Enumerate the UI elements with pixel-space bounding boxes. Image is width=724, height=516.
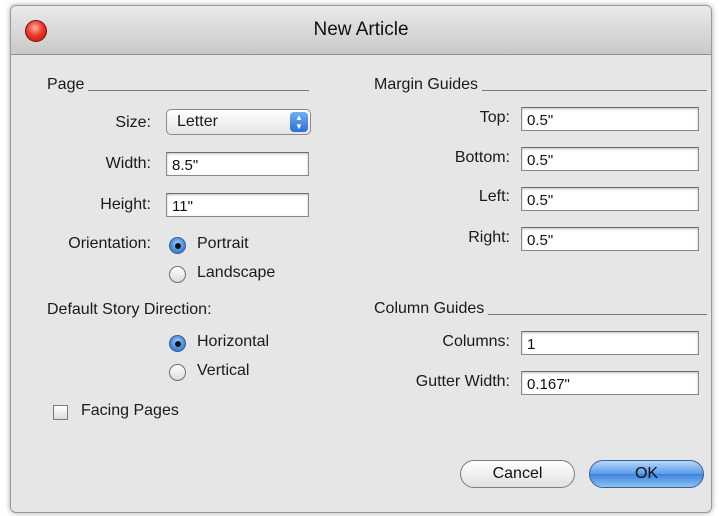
portrait-radio[interactable] <box>169 237 186 254</box>
right-label: Right: <box>468 229 510 246</box>
height-field[interactable] <box>166 193 309 217</box>
top-margin-field[interactable] <box>521 107 699 131</box>
bottom-label: Bottom: <box>454 149 510 166</box>
size-label: Size: <box>115 114 151 131</box>
page-section-heading: Page <box>47 76 309 94</box>
divider <box>488 313 707 315</box>
margin-guides-label: Margin Guides <box>374 76 479 93</box>
columns-label: Columns: <box>442 333 510 350</box>
cancel-button[interactable]: Cancel <box>460 460 575 488</box>
ok-button[interactable]: OK <box>589 460 704 488</box>
story-direction-heading: Default Story Direction: <box>47 301 212 318</box>
columns-field[interactable] <box>521 331 699 355</box>
new-article-dialog: New Article Page Size: Letter ▲ ▼ Width: … <box>10 5 712 513</box>
title-bar: New Article <box>11 6 711 55</box>
height-label: Height: <box>100 196 151 213</box>
left-label: Left: <box>478 188 510 205</box>
landscape-label: Landscape <box>197 264 276 281</box>
page-heading-label: Page <box>47 76 85 93</box>
dialog-title: New Article <box>313 19 409 40</box>
gutter-width-label: Gutter Width: <box>415 373 510 390</box>
bottom-margin-field[interactable] <box>521 147 699 171</box>
divider <box>88 89 309 91</box>
vertical-radio[interactable] <box>169 364 186 381</box>
column-guides-label: Column Guides <box>374 300 485 317</box>
left-margin-field[interactable] <box>521 187 699 211</box>
horizontal-label: Horizontal <box>197 333 270 350</box>
width-label: Width: <box>105 155 151 172</box>
landscape-radio[interactable] <box>169 266 186 283</box>
divider <box>482 89 707 91</box>
margin-guides-heading: Margin Guides <box>374 76 707 94</box>
size-select[interactable]: Letter ▲ ▼ <box>166 109 311 135</box>
vertical-label: Vertical <box>197 362 250 379</box>
size-select-value: Letter <box>177 113 218 130</box>
top-label: Top: <box>479 109 510 126</box>
portrait-label: Portrait <box>197 235 249 252</box>
horizontal-radio[interactable] <box>169 335 186 352</box>
facing-pages-label: Facing Pages <box>81 402 179 419</box>
column-guides-heading: Column Guides <box>374 300 707 318</box>
width-field[interactable] <box>166 152 309 176</box>
orientation-label: Orientation: <box>68 235 151 252</box>
facing-pages-checkbox[interactable] <box>53 405 68 420</box>
right-margin-field[interactable] <box>521 227 699 251</box>
chevron-up-down-icon: ▲ ▼ <box>290 112 308 132</box>
gutter-width-field[interactable] <box>521 371 699 395</box>
